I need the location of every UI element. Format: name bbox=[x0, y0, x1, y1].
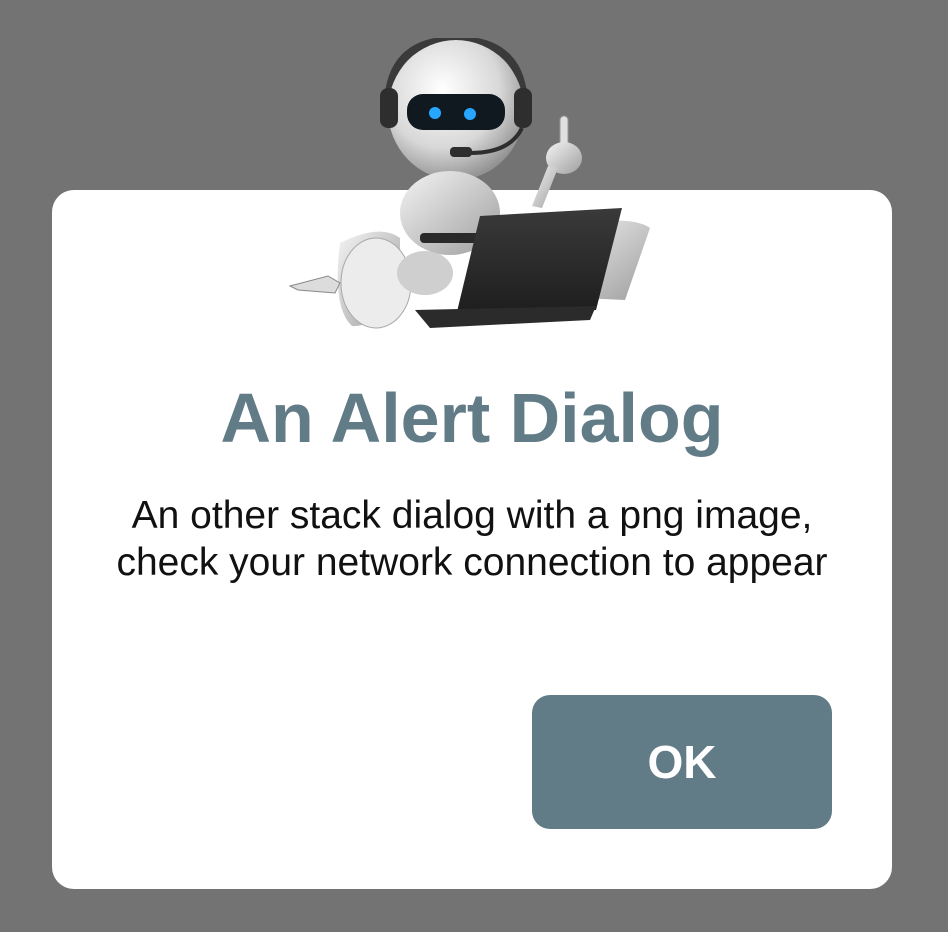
dialog-title: An Alert Dialog bbox=[220, 379, 724, 457]
ok-button[interactable]: OK bbox=[532, 695, 832, 829]
robot-with-laptop-image bbox=[288, 38, 650, 329]
dialog-message: An other stack dialog with a png image, … bbox=[116, 494, 828, 584]
ok-button-label: OK bbox=[647, 736, 717, 788]
